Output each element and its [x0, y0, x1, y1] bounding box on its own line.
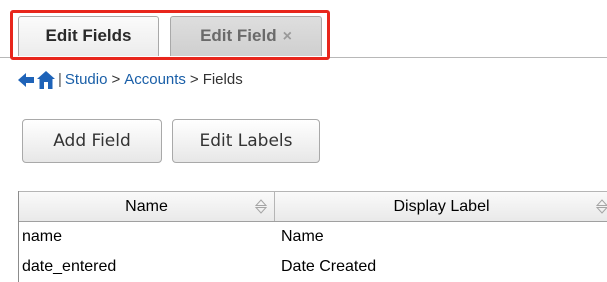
breadcrumb-accounts-link[interactable]: Accounts	[124, 66, 186, 94]
breadcrumb-separator: |	[58, 71, 62, 88]
breadcrumb-studio-link[interactable]: Studio	[65, 66, 108, 94]
table-row[interactable]: name Name	[19, 222, 607, 252]
column-header-display-label[interactable]: Display Label	[275, 192, 607, 221]
column-header-display-label-text: Display Label	[393, 198, 490, 215]
sort-arrows-icon[interactable]	[255, 199, 267, 214]
cell-display-label: Date Created	[281, 258, 377, 275]
cell-display-label: Name	[281, 228, 324, 245]
cell-field-name: date_entered	[22, 258, 117, 275]
column-header-name[interactable]: Name	[19, 192, 275, 221]
breadcrumb-current-fields: Fields	[202, 71, 243, 88]
table-header: Name Display Label	[19, 191, 607, 222]
breadcrumb-divider: >	[111, 71, 121, 88]
sort-arrows-icon[interactable]	[596, 199, 607, 214]
arrow-left-icon[interactable]	[17, 71, 35, 89]
column-header-name-label: Name	[125, 198, 168, 215]
home-icon[interactable]	[36, 70, 56, 90]
tab-bar: Edit Fields Edit Field ×	[0, 0, 607, 60]
breadcrumb-divider: >	[189, 71, 199, 88]
table-row[interactable]: date_entered Date Created	[19, 252, 607, 282]
fields-table: Name Display Label name Name date_entere…	[18, 191, 607, 282]
add-field-button[interactable]: Add Field	[22, 119, 162, 163]
breadcrumb: | Studio > Accounts > Fields	[17, 66, 243, 94]
edit-labels-button[interactable]: Edit Labels	[172, 119, 320, 163]
cell-field-name: name	[22, 228, 63, 245]
tab-highlight-box	[10, 10, 330, 60]
